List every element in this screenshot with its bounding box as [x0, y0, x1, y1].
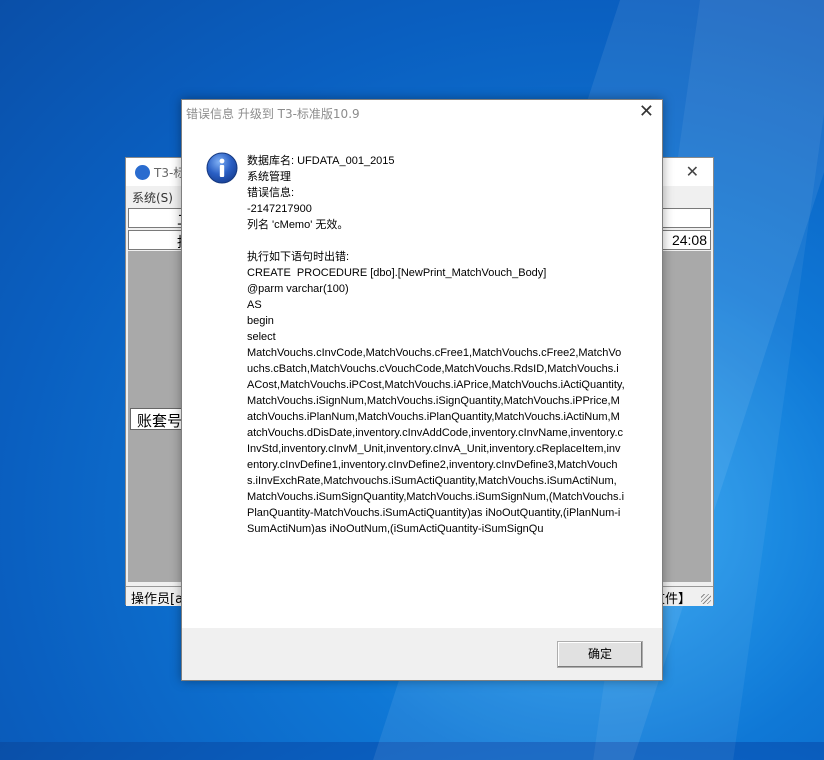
- status-operator: 操作员[a: [131, 592, 184, 607]
- resize-grip-icon[interactable]: [701, 594, 711, 604]
- message-line: AS: [247, 299, 262, 311]
- message-line: CREATE PROCEDURE [dbo].[NewPrint_MatchVo…: [247, 267, 547, 279]
- message-line: @parm varchar(100): [247, 283, 349, 295]
- menu-system[interactable]: 系统(S): [132, 189, 173, 206]
- sql-statement: MatchVouchs.cInvCode,MatchVouchs.cFree1,…: [247, 347, 625, 535]
- ok-button[interactable]: 确定: [557, 641, 643, 668]
- message-lines: 数据库名: UFDATA_001_2015 系统管理错误信息: -214721790…: [247, 153, 625, 345]
- message-line: 错误信息:: [247, 187, 295, 199]
- message-line: select: [247, 331, 276, 343]
- info-icon: [206, 152, 238, 184]
- message-line: ​: [247, 233, 625, 249]
- message-line: 列名 'cMemo' 无效。: [247, 219, 349, 231]
- message-line: 数据库名: UFDATA_001_2015: [247, 155, 395, 167]
- account-label: 账套号: [137, 412, 183, 430]
- error-message: 数据库名: UFDATA_001_2015 系统管理错误信息: -214721790…: [247, 153, 625, 537]
- message-line: 执行如下语句时出错:: [247, 251, 350, 263]
- message-line: 系统管理: [247, 171, 291, 183]
- error-dialog: 错误信息 升级到 T3-标准版10.9 ✕ 数据库名: UFDATA_001_2…: [181, 99, 663, 681]
- message-line: begin: [247, 315, 274, 327]
- close-icon[interactable]: ✕: [686, 162, 699, 181]
- app-icon: [135, 165, 150, 180]
- dialog-titlebar: 错误信息 升级到 T3-标准版10.9 ✕: [182, 100, 662, 126]
- message-line: -2147217900: [247, 203, 312, 215]
- clock-time: 24:08: [671, 232, 707, 248]
- close-icon[interactable]: ✕: [639, 102, 654, 122]
- dialog-title: 错误信息 升级到 T3-标准版10.9: [186, 107, 360, 121]
- account-label-box: 账套号: [130, 408, 186, 430]
- dialog-footer: 确定: [182, 628, 662, 680]
